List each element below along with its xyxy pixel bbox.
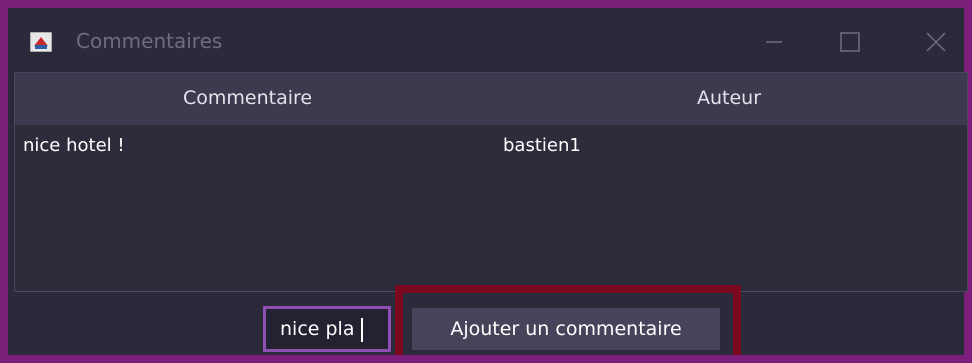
add-comment-button[interactable]: Ajouter un commentaire [412,308,720,350]
window-title: Commentaires [76,29,223,53]
title-bar[interactable]: Commentaires [8,8,964,72]
comments-table[interactable]: Commentaire Auteur nice hotel ! bastien1 [14,72,968,292]
cell-author: bastien1 [503,135,581,156]
text-caret [361,318,363,342]
table-header: Commentaire Auteur [15,73,967,125]
minimize-icon[interactable] [754,26,794,58]
column-header-comment[interactable]: Commentaire [183,87,312,109]
java-app-icon [29,31,53,53]
maximize-icon[interactable] [830,26,870,58]
comments-window: Commentaires Commentaire Auteur nice hot… [0,0,972,363]
table-row[interactable]: nice hotel ! bastien1 [15,125,967,173]
close-icon[interactable] [916,26,956,58]
comment-input[interactable] [263,306,391,352]
cell-comment: nice hotel ! [23,135,125,156]
window-border-bottom [0,355,972,363]
column-header-author[interactable]: Auteur [697,87,761,109]
